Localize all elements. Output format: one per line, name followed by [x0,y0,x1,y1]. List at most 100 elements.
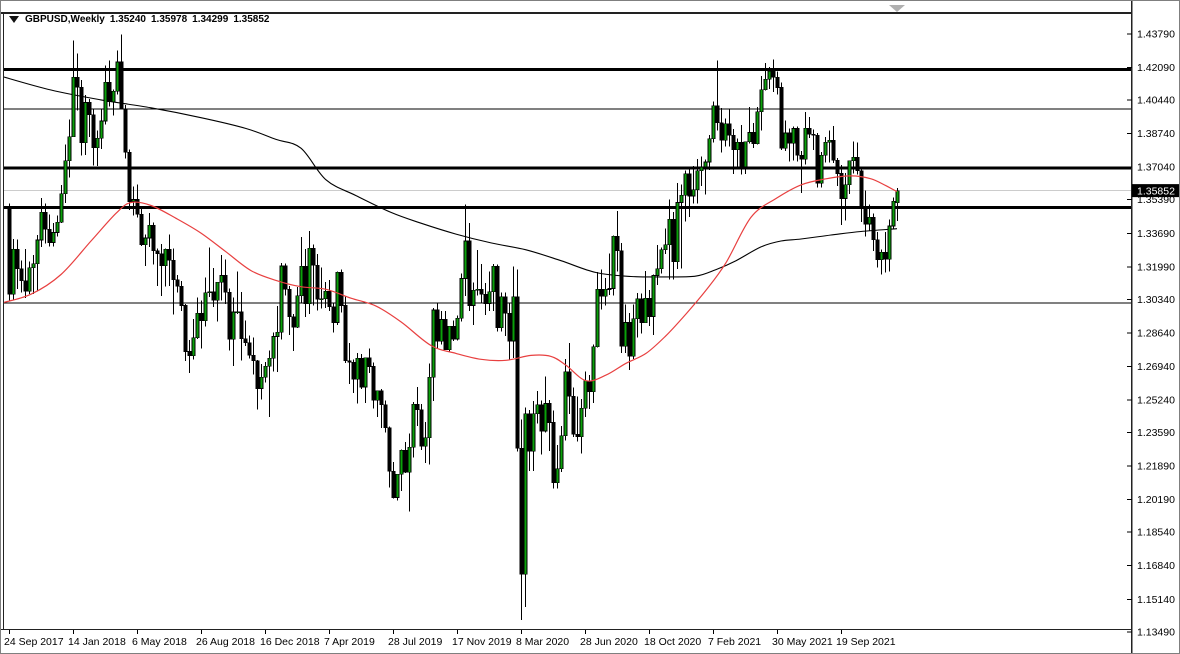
candle-bull [296,296,299,328]
candle-bear [808,128,811,134]
candle-bull [356,358,359,379]
candle-bull [428,377,431,438]
price-axis-label: 1.20190 [1137,494,1175,506]
candle-bull [596,289,599,347]
ohlc-close: 1.35852 [233,14,269,25]
candle-bull [320,299,323,300]
candle-bull [580,408,583,437]
symbol-marker-icon[interactable] [9,16,19,23]
candle-bull [12,249,15,294]
candle-bull [440,319,443,341]
candle-bull [112,91,115,101]
mt4-chart-window: GBPUSD,Weekly 1.35240 1.35978 1.34299 1.… [0,0,1180,654]
candle-bull [624,322,627,346]
candle-bull [116,62,119,91]
candle-bear [876,240,879,260]
candle-bear [720,123,723,141]
candle-bear [312,248,315,265]
candle-bear [24,281,27,291]
candle-bull [880,252,883,259]
candle-bear [468,241,471,306]
price-axis-label: 1.18540 [1137,527,1175,539]
candle-bull [844,185,847,199]
candle-bull [408,447,411,472]
candle-bull [632,319,635,356]
candle-bull [660,250,663,269]
candle-bull [60,194,63,223]
candle-bull [220,275,223,282]
candle-bear [672,219,675,262]
candle-bull [704,162,707,167]
candle-bull [364,358,367,387]
candle-bull [400,450,403,474]
candle-bear [328,291,331,307]
candle-bear [16,249,19,269]
candle-bull [396,474,399,497]
price-axis-label: 1.37040 [1137,162,1175,174]
candle-bull [768,71,771,79]
candle-bull [744,142,747,167]
candle-bull [756,112,759,144]
candle-bear [160,254,163,266]
candle-bull [424,438,427,446]
chart-background [1,1,1180,654]
candle-bear [576,434,579,437]
candle-bull [72,77,75,137]
time-axis-label: 26 Aug 2018 [196,636,255,648]
time-axis-label: 14 Jan 2018 [68,636,126,648]
candle-bull [192,338,195,356]
candle-bull [668,219,671,245]
candle-bear [728,124,731,136]
candle-bull [612,236,615,288]
ohlc-low: 1.34299 [192,14,228,25]
candle-bear [372,366,375,400]
time-axis-label: 19 Sep 2021 [836,636,896,648]
candle-bull [144,238,147,245]
candle-bear [128,152,131,201]
candle-bull [848,161,851,185]
candle-bull [52,232,55,242]
candle-bull [104,82,107,121]
time-axis-label: 8 Mar 2020 [516,636,569,648]
candle-bull [56,222,59,232]
time-axis-label: 18 Oct 2020 [644,636,701,648]
candle-bull [148,225,151,238]
price-axis-label: 1.21890 [1137,461,1175,473]
candle-bear [832,140,835,160]
time-axis-label: 16 Dec 2018 [260,636,320,648]
candle-bear [740,142,743,167]
candle-bear [776,77,779,87]
time-axis-label: 17 Nov 2019 [452,636,512,648]
candle-bear [184,305,187,351]
candle-bear [76,77,79,87]
candle-bull [804,128,807,159]
candle-bull [792,129,795,144]
candle-bull [564,372,567,436]
chart-title-symbol: GBPUSD,Weekly [25,14,105,25]
candle-bear [388,428,391,472]
candle-bull [432,310,435,377]
candle-bear [348,361,351,363]
candle-bull [652,275,655,316]
candle-bear [516,297,519,449]
candle-bear [600,289,603,296]
candle-bear [484,294,487,303]
time-axis-label: 28 Jul 2019 [388,636,442,648]
candle-bull [164,249,167,265]
candle-bear [152,225,155,251]
candle-bear [140,214,143,245]
candle-bear [568,372,571,397]
candle-bull [664,245,667,250]
candle-bear [252,355,255,361]
candle-bear [788,133,791,143]
candle-bear [80,87,83,143]
candle-bear [648,298,651,316]
candle-bull [544,404,547,431]
candle-bull [708,139,711,162]
candle-bear [352,362,355,379]
candle-bull [100,121,103,138]
candle-bear [288,289,291,316]
price-chart-canvas[interactable]: 1.437901.420901.404401.387401.370401.353… [1,1,1180,654]
price-axis-label: 1.25240 [1137,394,1175,406]
candle-bull [656,269,659,276]
